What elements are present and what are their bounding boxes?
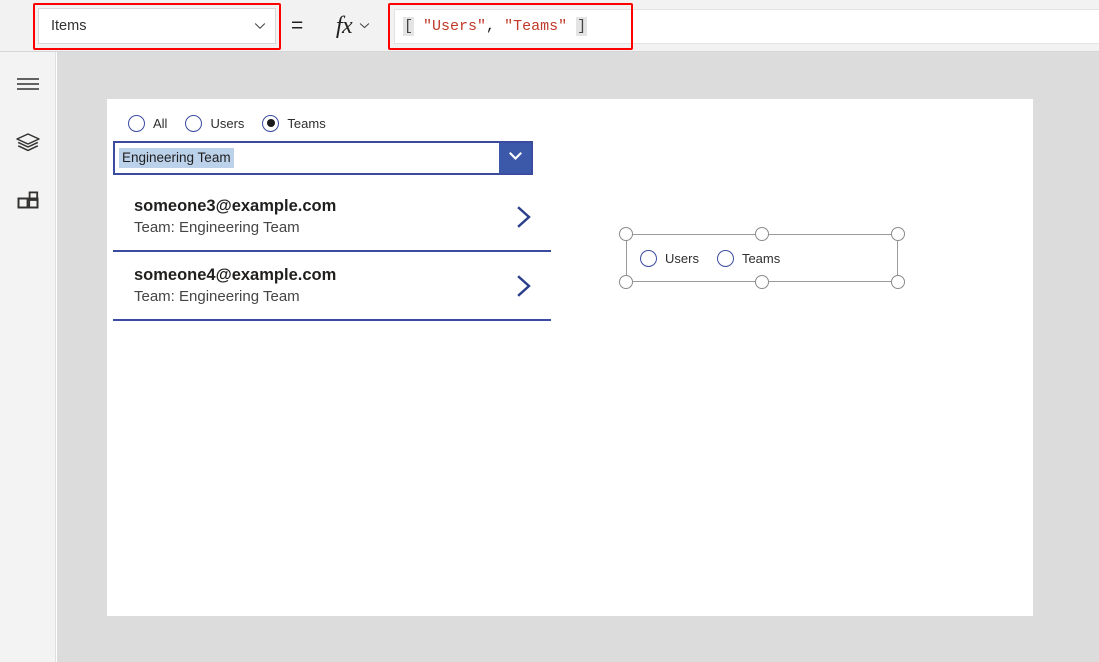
radio-label: Teams [287, 115, 326, 131]
components-grid-icon [16, 190, 40, 214]
radio-circle-icon [128, 114, 145, 132]
chevron-right-icon[interactable] [511, 271, 537, 301]
gallery-row[interactable]: someone4@example.com Team: Engineering T… [113, 252, 551, 321]
resize-handle-top-right[interactable] [891, 227, 905, 241]
layers-icon [15, 132, 41, 154]
gallery-row-texts: someone4@example.com Team: Engineering T… [134, 266, 511, 305]
gallery-row-title: someone4@example.com [134, 265, 337, 284]
resize-handle-top-left[interactable] [619, 227, 633, 241]
canvas-region: All Users Teams Engineering Team someone… [57, 52, 1099, 662]
resize-handle-bottom-left[interactable] [619, 275, 633, 289]
gallery-row-texts: someone3@example.com Team: Engineering T… [134, 197, 511, 236]
formula-token-close-bracket: ] [576, 17, 588, 36]
radio-option-teams[interactable]: Teams [716, 249, 781, 267]
formula-token-comma: , [486, 18, 496, 35]
sidebar-item-menu[interactable] [0, 62, 55, 106]
chevron-right-icon[interactable] [511, 202, 537, 232]
resize-handle-bottom-center[interactable] [755, 275, 769, 289]
radio-circle-icon [185, 114, 203, 132]
source-radio-control[interactable]: Users Teams [640, 234, 798, 282]
app-screen-canvas[interactable]: All Users Teams Engineering Team someone… [107, 99, 1033, 616]
chevron-down-icon [358, 19, 372, 33]
radio-label: Teams [741, 250, 781, 266]
combobox-value-area[interactable]: Engineering Team [115, 143, 499, 173]
sidebar-item-tree-view[interactable] [0, 121, 55, 165]
radio-option-teams[interactable]: Teams [262, 114, 326, 132]
equals-sign: = [291, 14, 304, 37]
radio-option-all[interactable]: All [128, 114, 168, 132]
gallery-row-subtitle: Team: Engineering Team [134, 218, 300, 236]
formula-token-string-users: "Users" [423, 18, 487, 35]
filter-radio-group[interactable]: All Users Teams [128, 108, 344, 138]
formula-token-space-3 [567, 18, 576, 35]
team-combobox[interactable]: Engineering Team [113, 141, 533, 175]
fx-function-button[interactable]: fx [320, 4, 388, 48]
formula-token-string-teams: "Teams" [504, 18, 568, 35]
formula-toolbar: Items = fx [ "Users", "Teams" ] [0, 0, 1099, 52]
formula-token-open-bracket: [ [403, 17, 415, 36]
radio-option-users[interactable]: Users [185, 114, 245, 132]
property-dropdown-value: Items [51, 17, 87, 34]
gallery-row[interactable]: someone3@example.com Team: Engineering T… [113, 183, 551, 252]
people-gallery[interactable]: someone3@example.com Team: Engineering T… [113, 183, 551, 321]
radio-circle-icon [716, 249, 734, 267]
radio-option-users[interactable]: Users [640, 249, 699, 267]
fx-label: fx [335, 13, 353, 39]
gallery-row-subtitle: Team: Engineering Team [134, 287, 300, 305]
formula-token-space-1 [414, 18, 423, 35]
chevron-down-icon [253, 19, 267, 33]
selected-control-wrapper[interactable]: Users Teams [619, 227, 905, 289]
resize-handle-bottom-right[interactable] [891, 275, 905, 289]
combobox-selected-value: Engineering Team [119, 148, 234, 168]
gallery-row-title: someone3@example.com [134, 196, 337, 215]
property-dropdown[interactable]: Items [38, 8, 276, 44]
radio-label: Users [665, 250, 699, 266]
radio-circle-selected-icon [262, 114, 280, 132]
radio-circle-icon [640, 249, 657, 267]
combobox-dropdown-button[interactable] [499, 143, 531, 173]
formula-token-space-2 [495, 18, 504, 35]
resize-handle-top-center[interactable] [755, 227, 769, 241]
radio-label: All [153, 115, 168, 131]
powerapps-studio: Items = fx [ "Users", "Teams" ] All User… [0, 0, 1099, 662]
left-rail [0, 52, 56, 662]
radio-label: Users [210, 115, 245, 131]
formula-input[interactable]: [ "Users", "Teams" ] [394, 9, 1099, 44]
hamburger-menu-icon [16, 75, 40, 93]
chevron-down-icon [507, 147, 524, 169]
sidebar-item-insert[interactable] [0, 180, 55, 224]
